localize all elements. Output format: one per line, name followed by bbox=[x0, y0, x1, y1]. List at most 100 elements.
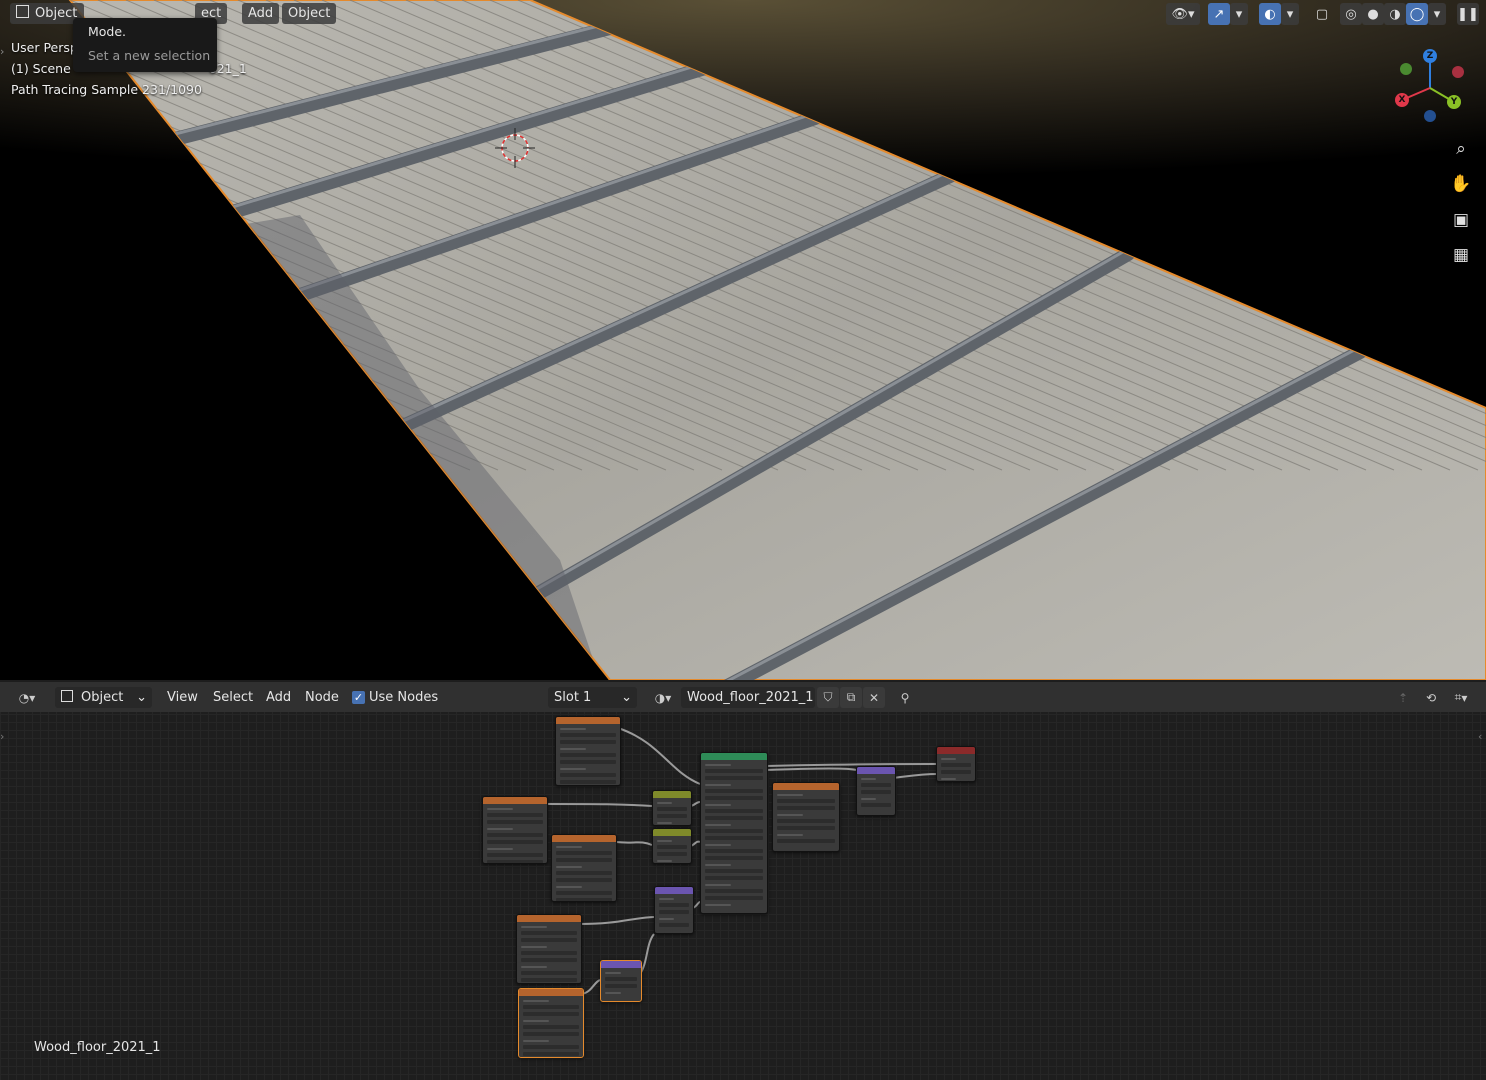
gizmo-axis-y[interactable]: Y bbox=[1447, 95, 1461, 109]
node-socket-row[interactable] bbox=[705, 856, 763, 860]
node-socket-row[interactable] bbox=[657, 814, 687, 818]
material-output-node[interactable] bbox=[936, 746, 976, 782]
gizmo-axis-x[interactable]: X bbox=[1395, 93, 1409, 107]
node-sidebar-expand-arrow[interactable]: ‹ bbox=[1478, 730, 1482, 743]
sidebar-toggle[interactable]: ❚❚ bbox=[1457, 3, 1479, 25]
node-socket-row[interactable] bbox=[657, 840, 673, 842]
shading-material[interactable]: ◑ bbox=[1384, 3, 1406, 25]
node-socket-row[interactable] bbox=[523, 1020, 549, 1022]
3d-viewport[interactable]: Object ect Add Object 👁 ▾ ↗ ▾ ◐ ▾ ▢ ◎ ● ◑… bbox=[0, 0, 1486, 680]
overlays-toggle[interactable]: ◐ bbox=[1259, 3, 1281, 25]
node-socket-row[interactable] bbox=[523, 1032, 579, 1036]
gizmo-axis-z[interactable]: Z bbox=[1423, 49, 1437, 63]
navigation-gizmo[interactable]: Z X Y bbox=[1392, 48, 1468, 124]
snap-element-dropdown[interactable]: ⌗ ▾ bbox=[1446, 687, 1476, 708]
node-header[interactable] bbox=[655, 887, 693, 894]
node-socket-row[interactable] bbox=[523, 1052, 579, 1056]
gizmo-axis-neg-x[interactable] bbox=[1452, 66, 1464, 78]
material-name-field[interactable]: Wood_floor_2021_1 bbox=[681, 687, 815, 708]
node-socket-row[interactable] bbox=[556, 851, 612, 855]
toolbar-expand-arrow[interactable]: › bbox=[0, 45, 4, 58]
overlays-dropdown[interactable]: ▾ bbox=[1281, 3, 1299, 25]
node-header[interactable] bbox=[653, 829, 691, 836]
node-socket-row[interactable] bbox=[705, 889, 763, 893]
node-socket-row[interactable] bbox=[521, 931, 577, 935]
principled-bsdf-node[interactable] bbox=[700, 752, 768, 914]
slot-dropdown[interactable]: Slot 1 ⌄ bbox=[548, 687, 637, 708]
xray-toggle[interactable]: ▢ bbox=[1311, 3, 1333, 25]
object-type-dropdown[interactable]: Object ⌄ bbox=[55, 687, 152, 708]
editor-type-dropdown[interactable]: ◔ ▾ bbox=[10, 687, 44, 708]
node-socket-row[interactable] bbox=[705, 864, 732, 866]
parent-node-tree-button[interactable]: ⇡ bbox=[1392, 687, 1414, 708]
node-header[interactable] bbox=[601, 961, 641, 968]
node-socket-row[interactable] bbox=[521, 978, 577, 982]
node-socket-row[interactable] bbox=[705, 764, 732, 766]
node-socket-row[interactable] bbox=[560, 760, 616, 764]
node-socket-row[interactable] bbox=[487, 828, 513, 830]
shading-rendered[interactable]: ◯ bbox=[1406, 3, 1428, 25]
node-socket-row[interactable] bbox=[560, 740, 616, 744]
node-socket-row[interactable] bbox=[861, 790, 891, 794]
node-socket-row[interactable] bbox=[560, 733, 616, 737]
bump-node[interactable] bbox=[600, 960, 642, 1002]
node-socket-row[interactable] bbox=[523, 1012, 579, 1016]
node-socket-row[interactable] bbox=[523, 1040, 549, 1042]
snap-toggle[interactable]: ⟲ bbox=[1420, 687, 1442, 708]
node-socket-row[interactable] bbox=[487, 833, 543, 837]
image-texture-node-5[interactable] bbox=[518, 988, 584, 1058]
node-socket-row[interactable] bbox=[861, 783, 891, 787]
object-menu[interactable]: Object bbox=[282, 3, 337, 24]
node-socket-row[interactable] bbox=[556, 891, 612, 895]
node-socket-row[interactable] bbox=[523, 1045, 579, 1049]
node-socket-row[interactable] bbox=[705, 804, 732, 806]
node-header[interactable] bbox=[701, 753, 767, 760]
pin-button[interactable]: ⚲ bbox=[894, 687, 916, 708]
node-menu[interactable]: Node bbox=[305, 687, 339, 708]
gizmo-dropdown[interactable]: ▾ bbox=[1230, 3, 1248, 25]
node-header[interactable] bbox=[773, 783, 839, 790]
normal-map-node[interactable] bbox=[654, 886, 694, 934]
node-socket-row[interactable] bbox=[777, 826, 835, 830]
node-header[interactable] bbox=[937, 747, 975, 754]
gizmo-axis-neg-z[interactable] bbox=[1424, 110, 1436, 122]
node-socket-row[interactable] bbox=[657, 822, 673, 824]
gizmo-toggle[interactable]: ↗ bbox=[1208, 3, 1230, 25]
node-socket-row[interactable] bbox=[556, 898, 612, 901]
node-socket-row[interactable] bbox=[521, 938, 577, 942]
node-socket-row[interactable] bbox=[487, 860, 543, 863]
node-socket-row[interactable] bbox=[487, 820, 543, 824]
node-header[interactable] bbox=[653, 791, 691, 798]
node-socket-row[interactable] bbox=[560, 773, 616, 777]
add-menu[interactable]: Add bbox=[266, 687, 291, 708]
node-socket-row[interactable] bbox=[657, 802, 673, 804]
fake-user-button[interactable]: ⛉ bbox=[817, 687, 839, 708]
node-socket-row[interactable] bbox=[521, 966, 547, 968]
node-socket-row[interactable] bbox=[657, 860, 673, 862]
shading-solid[interactable]: ● bbox=[1362, 3, 1384, 25]
displacement-texture-node[interactable] bbox=[772, 782, 840, 852]
visibility-dropdown[interactable]: 👁 ▾ bbox=[1166, 3, 1200, 25]
node-socket-row[interactable] bbox=[560, 768, 586, 770]
color-ramp-node-1[interactable] bbox=[652, 790, 692, 826]
node-socket-row[interactable] bbox=[705, 809, 763, 813]
node-socket-row[interactable] bbox=[556, 871, 612, 875]
node-header[interactable] bbox=[857, 767, 895, 774]
node-socket-row[interactable] bbox=[556, 886, 582, 888]
node-header[interactable] bbox=[552, 835, 616, 842]
node-socket-row[interactable] bbox=[521, 926, 547, 928]
node-socket-row[interactable] bbox=[659, 903, 689, 907]
node-socket-row[interactable] bbox=[560, 780, 616, 784]
duplicate-material-button[interactable]: ⧉ bbox=[840, 687, 862, 708]
node-socket-row[interactable] bbox=[523, 1025, 579, 1029]
node-socket-row[interactable] bbox=[861, 803, 891, 807]
image-texture-node-1[interactable] bbox=[555, 716, 621, 786]
add-menu[interactable]: Add bbox=[242, 3, 280, 24]
node-socket-row[interactable] bbox=[705, 796, 763, 800]
node-socket-row[interactable] bbox=[777, 834, 804, 836]
node-socket-row[interactable] bbox=[556, 846, 582, 848]
node-toolbar-expand-arrow[interactable]: › bbox=[0, 730, 4, 743]
node-socket-row[interactable] bbox=[861, 798, 877, 800]
gizmo-axis-neg-y[interactable] bbox=[1400, 63, 1412, 75]
unlink-material-button[interactable]: ✕ bbox=[863, 687, 885, 708]
